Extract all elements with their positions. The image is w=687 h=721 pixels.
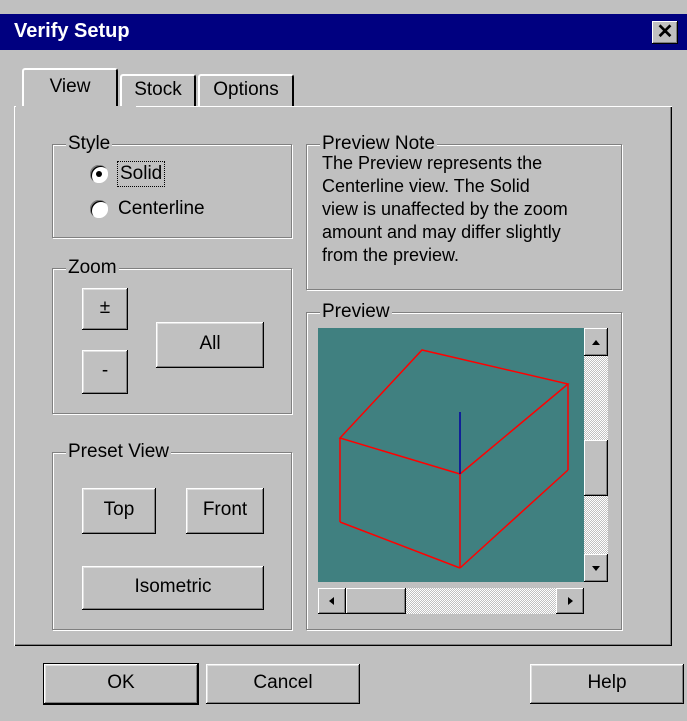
vertical-scroll-thumb[interactable]: [584, 440, 608, 496]
arrow-up-icon: [592, 340, 600, 345]
scroll-down-button[interactable]: [584, 554, 608, 582]
box-edge: [459, 469, 569, 569]
preview-note-text: The Preview represents the Centerline vi…: [322, 152, 618, 267]
help-label: Help: [587, 672, 627, 693]
style-group: [52, 144, 292, 238]
ok-button[interactable]: OK: [43, 663, 199, 705]
box-top-face: [338, 349, 570, 475]
front-view-label: Front: [202, 499, 248, 520]
zoom-group-label: Zoom: [66, 257, 119, 278]
arrow-down-icon: [592, 566, 600, 571]
isometric-view-button[interactable]: Isometric: [82, 566, 264, 610]
zoom-out-button[interactable]: -: [82, 350, 128, 394]
scroll-up-button[interactable]: [584, 328, 608, 356]
zoom-out-label: -: [101, 360, 109, 381]
tab-stock-label: Stock: [134, 79, 182, 100]
preset-view-group-label: Preset View: [66, 441, 172, 462]
close-button[interactable]: ✕: [652, 21, 678, 44]
arrow-left-icon: [329, 597, 334, 605]
preview-note-line: from the preview.: [322, 245, 460, 265]
radio-solid-label[interactable]: Solid: [116, 161, 166, 187]
radio-solid-dot: [96, 171, 102, 177]
preview-note-line: view is unaffected by the zoom: [322, 199, 568, 219]
cancel-label: Cancel: [253, 672, 313, 693]
tab-view-label: View: [49, 76, 91, 97]
zoom-all-button[interactable]: All: [156, 322, 264, 368]
title-bar: Verify Setup ✕: [0, 14, 687, 50]
radio-centerline[interactable]: [90, 200, 108, 218]
preview-note-line: amount and may differ slightly: [322, 222, 561, 242]
scroll-right-button[interactable]: [556, 588, 584, 614]
help-button[interactable]: Help: [530, 664, 684, 704]
active-tab-joiner: [16, 106, 136, 108]
arrow-right-icon: [568, 597, 573, 605]
cancel-button[interactable]: Cancel: [206, 664, 360, 704]
radio-solid[interactable]: [90, 165, 108, 183]
scroll-left-button[interactable]: [318, 588, 346, 614]
tab-view[interactable]: View: [22, 68, 118, 108]
preview-note-line: Centerline view. The Solid: [322, 176, 530, 196]
window-title: Verify Setup: [14, 20, 130, 42]
preview-group-label: Preview: [320, 301, 392, 322]
preview-3d-box: [338, 349, 570, 569]
isometric-view-label: Isometric: [134, 576, 212, 597]
preview-canvas[interactable]: [318, 328, 584, 582]
zoom-all-label: All: [199, 333, 221, 354]
tab-stock[interactable]: Stock: [120, 74, 196, 106]
close-icon: ✕: [656, 21, 674, 43]
zoom-in-button[interactable]: ±: [82, 288, 128, 330]
tab-options[interactable]: Options: [198, 74, 294, 106]
horizontal-scroll-thumb[interactable]: [346, 588, 406, 614]
zoom-in-label: ±: [99, 297, 111, 318]
ok-label: OK: [107, 672, 135, 693]
tab-options-label: Options: [213, 79, 279, 100]
preview-note-label: Preview Note: [320, 133, 437, 154]
radio-centerline-label[interactable]: Centerline: [118, 197, 205, 221]
top-view-button[interactable]: Top: [82, 488, 156, 534]
top-view-label: Top: [103, 499, 135, 520]
preview-note-line: The Preview represents the: [322, 153, 543, 173]
style-group-label: Style: [66, 133, 113, 154]
box-edge: [339, 521, 461, 569]
front-view-button[interactable]: Front: [186, 488, 264, 534]
